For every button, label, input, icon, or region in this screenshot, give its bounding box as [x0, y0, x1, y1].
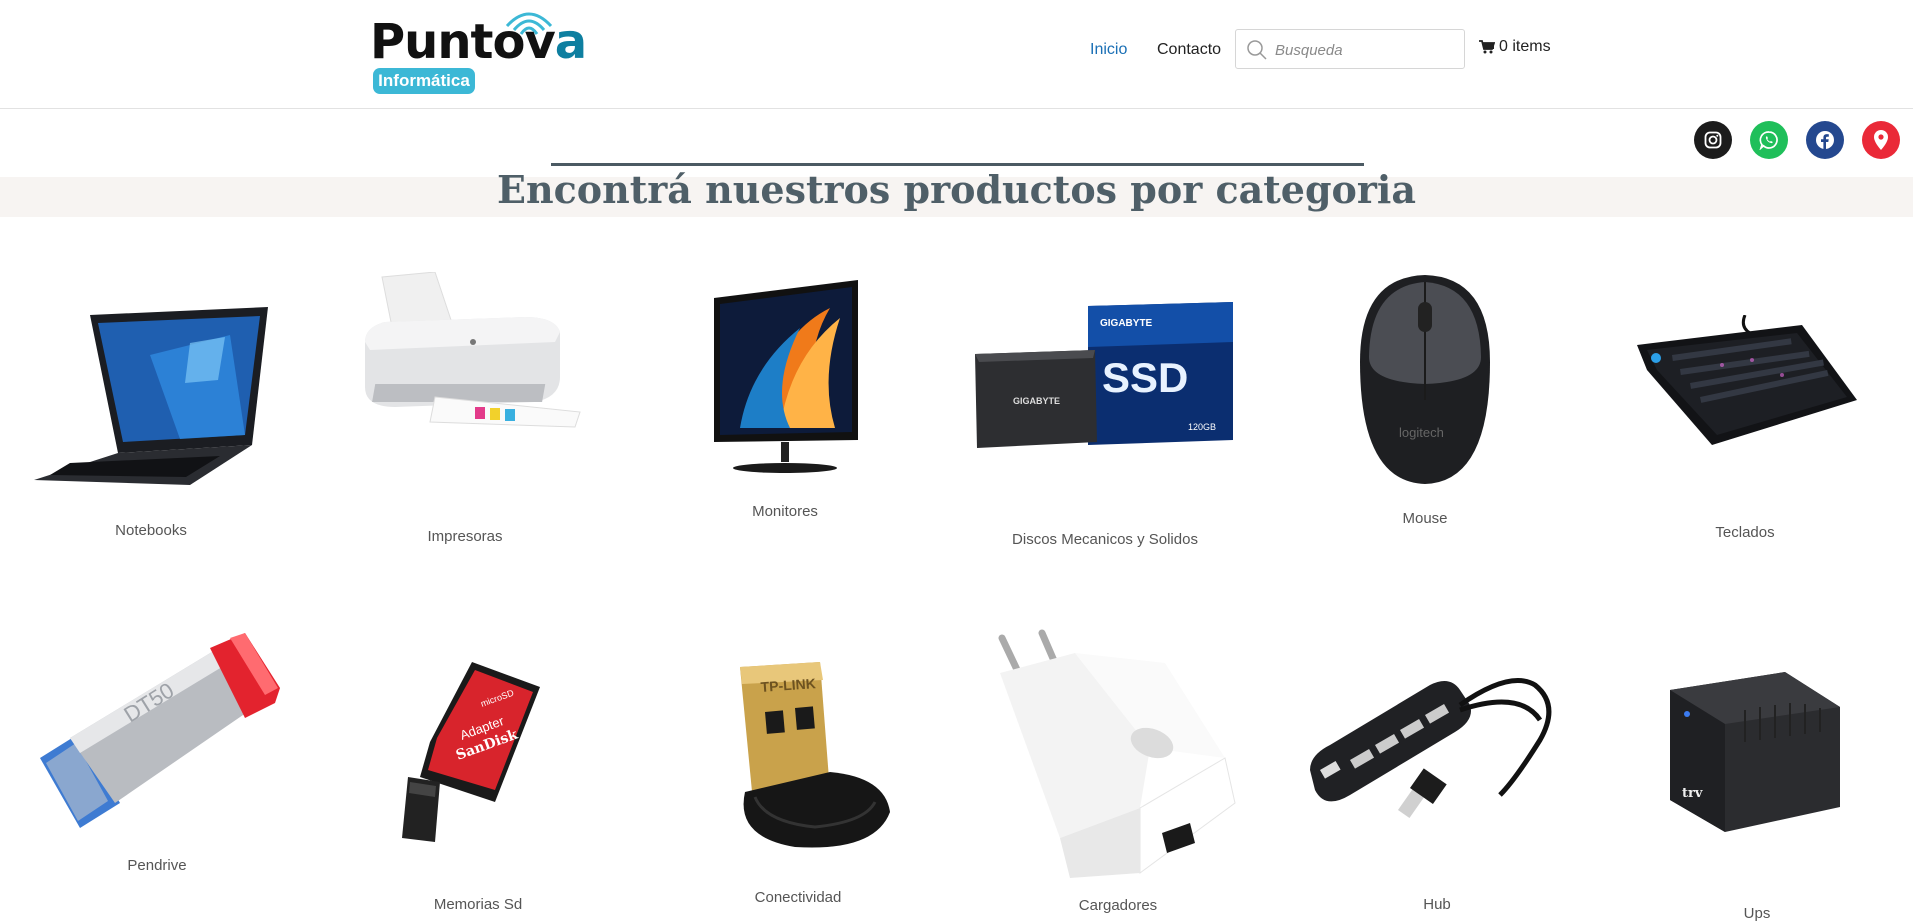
category-label[interactable]: Hub — [1423, 896, 1451, 913]
logo-wordmark: Puntova — [370, 14, 587, 70]
ssd-image: GIGABYTE SSD 120GB GIGABYTE — [975, 302, 1233, 448]
category-label[interactable]: Notebooks — [115, 522, 187, 539]
category-label[interactable]: Cargadores — [1079, 897, 1157, 914]
category-pendrive[interactable]: DT50 — [40, 633, 280, 838]
search-box — [1235, 29, 1465, 69]
section-title: Encontrá nuestros productos por categori… — [497, 167, 1416, 212]
laptop-image — [34, 307, 268, 485]
category-label[interactable]: Teclados — [1715, 524, 1774, 541]
facebook-button[interactable] — [1806, 121, 1844, 159]
svg-text:GIGABYTE: GIGABYTE — [1100, 318, 1153, 329]
category-mouse[interactable]: logitech — [1355, 272, 1495, 487]
sd-card-image: Adapter SanDisk microSD — [402, 662, 540, 842]
category-label[interactable]: Discos Mecanicos y Solidos — [1012, 531, 1198, 548]
cart-icon — [1479, 40, 1495, 54]
nav-contacto[interactable]: Contacto — [1157, 0, 1221, 100]
category-cargadores[interactable] — [990, 628, 1245, 883]
category-label[interactable]: Memorias Sd — [434, 896, 522, 913]
search-input[interactable] — [1275, 38, 1455, 62]
whatsapp-icon — [1759, 131, 1778, 150]
category-impresoras[interactable] — [355, 272, 590, 457]
keyboard-image — [1637, 315, 1857, 445]
svg-text:SSD: SSD — [1102, 354, 1188, 401]
cart-count: 0 items — [1499, 38, 1551, 55]
svg-text:logitech: logitech — [1399, 425, 1444, 440]
nav-inicio[interactable]: Inicio — [1090, 0, 1127, 100]
puntova-logo[interactable]: Puntova Informática — [368, 4, 587, 94]
category-label[interactable]: Pendrive — [127, 857, 186, 874]
category-monitores[interactable] — [710, 278, 860, 478]
category-hub[interactable] — [1310, 670, 1565, 850]
category-label[interactable]: Mouse — [1402, 510, 1447, 527]
charger-image — [998, 629, 1236, 878]
cart-link[interactable]: 0 items — [1479, 38, 1551, 56]
instagram-icon — [1704, 131, 1722, 149]
category-notebooks[interactable] — [30, 285, 272, 490]
category-discos[interactable]: GIGABYTE SSD 120GB GIGABYTE — [975, 302, 1235, 452]
category-label[interactable]: Monitores — [752, 503, 818, 520]
category-teclados[interactable] — [1632, 315, 1862, 455]
instagram-button[interactable] — [1694, 121, 1732, 159]
facebook-icon — [1816, 131, 1834, 149]
wifi-adapter-image: TP-LINK — [740, 662, 890, 848]
logo-badge: Informática — [373, 68, 475, 94]
category-ups[interactable]: trv — [1635, 672, 1845, 842]
ups-image: trv — [1670, 672, 1840, 832]
svg-text:120GB: 120GB — [1188, 422, 1216, 432]
svg-text:GIGABYTE: GIGABYTE — [1013, 396, 1060, 406]
site-header: Puntova Informática Inicio Contacto 0 it… — [0, 0, 1913, 109]
mouse-image: logitech — [1360, 275, 1490, 484]
category-label[interactable]: Conectividad — [755, 889, 842, 906]
location-button[interactable] — [1862, 121, 1900, 159]
map-pin-icon — [1874, 130, 1888, 150]
category-label[interactable]: Ups — [1744, 905, 1771, 922]
category-memorias-sd[interactable]: Adapter SanDisk microSD — [400, 662, 555, 847]
usb-drive-image: DT50 — [40, 633, 280, 828]
category-conectividad[interactable]: TP-LINK — [725, 662, 900, 852]
category-label[interactable]: Impresoras — [427, 528, 502, 545]
monitor-image — [714, 280, 858, 473]
whatsapp-button[interactable] — [1750, 121, 1788, 159]
printer-image — [365, 272, 581, 428]
usb-hub-image — [1310, 678, 1552, 819]
svg-text:trv: trv — [1682, 786, 1703, 801]
search-icon[interactable] — [1246, 39, 1268, 61]
